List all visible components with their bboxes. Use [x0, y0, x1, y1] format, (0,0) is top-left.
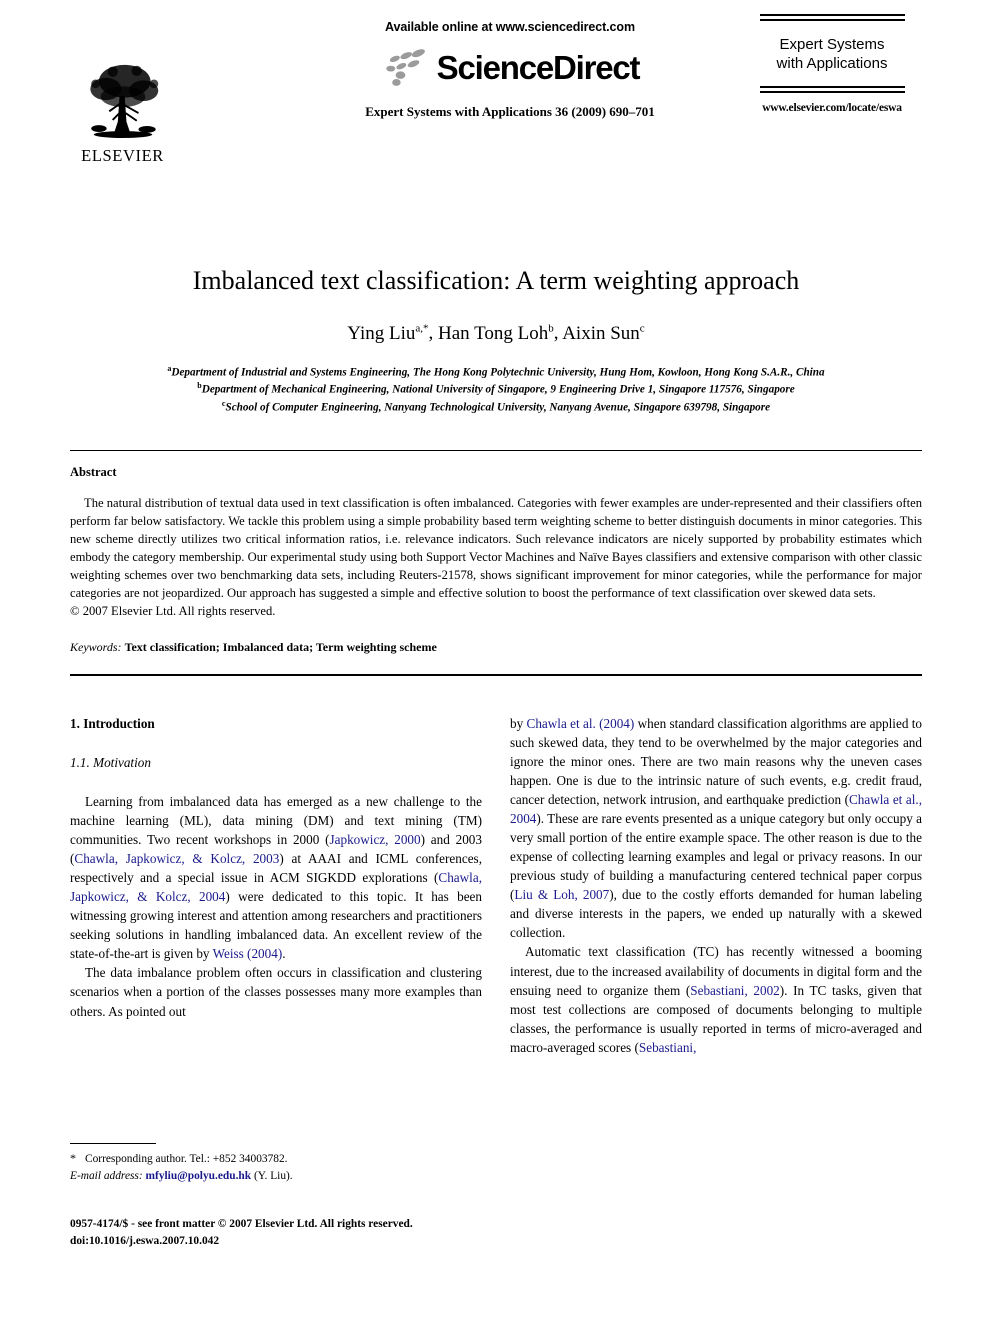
abstract-copyright: © 2007 Elsevier Ltd. All rights reserved…: [70, 603, 276, 618]
affiliation-text: Department of Industrial and Systems Eng…: [171, 366, 825, 379]
subsection-heading-motivation: 1.1. Motivation: [70, 754, 151, 770]
author-separator: ,: [553, 322, 563, 344]
author-entry: Ying Liua,*: [347, 322, 429, 344]
author-entry: Aixin Sunc: [562, 322, 645, 344]
abstract-section: Abstract The natural distribution of tex…: [70, 451, 922, 654]
paragraph: Learning from imbalanced data has emerge…: [70, 792, 482, 964]
sciencedirect-dots-icon: [385, 49, 425, 86]
available-online-text: Available online at www.sciencedirect.co…: [385, 20, 635, 34]
left-column: 1. Introduction 1.1. Motivation Learning…: [70, 714, 482, 1057]
footnote-email-line: E-mail address: mfyliu@polyu.edu.hk (Y. …: [70, 1168, 483, 1185]
footnote-star-marker: *: [70, 1151, 76, 1165]
footer-doi: doi:10.1016/j.eswa.2007.10.042: [70, 1235, 220, 1248]
elsevier-logo: ELSEVIER: [70, 58, 175, 166]
affiliation-text: Department of Mechanical Engineering, Na…: [201, 384, 795, 397]
affiliation-item: bDepartment of Mechanical Engineering, N…: [70, 380, 922, 398]
author-separator: ,: [428, 322, 439, 344]
author-entry: Han Tong Lohb: [438, 322, 554, 344]
affiliation-item: cSchool of Computer Engineering, Nanyang…: [70, 398, 922, 416]
author-name: Han Tong Loh: [438, 322, 549, 344]
body-columns: 1. Introduction 1.1. Motivation Learning…: [70, 676, 922, 1057]
paragraph-continued: by Chawla et al. (2004) when standard cl…: [510, 714, 922, 943]
citation-link-sebastiani-cont[interactable]: Sebastiani,: [639, 1040, 697, 1055]
footnote-email-link[interactable]: mfyliu@polyu.edu.hk: [146, 1170, 252, 1182]
footnote-block: * Corresponding author. Tel.: +852 340037…: [70, 1143, 483, 1184]
citation-link-chawla-japkowicz-kolcz-2003[interactable]: Chawla, Japkowicz, & Kolcz, 2003: [74, 851, 279, 866]
sciencedirect-wordmark: ScienceDirect: [436, 48, 641, 86]
page-footer: 0957-4174/$ - see front matter © 2007 El…: [70, 1216, 413, 1250]
author-list: Ying Liua,*, Han Tong Lohb, Aixin Sunc: [70, 322, 922, 344]
footnote-email-suffix: (Y. Liu).: [253, 1169, 293, 1182]
keywords-label: Keywords:: [70, 639, 122, 654]
page-title: Imbalanced text classification: A term w…: [192, 266, 800, 295]
title-block: Imbalanced text classification: A term w…: [70, 265, 922, 416]
journal-title-line1: Expert Systems: [779, 36, 885, 53]
footnote-corresponding-author: * Corresponding author. Tel.: +852 340037…: [70, 1150, 483, 1168]
citation-link-chawla-et-al-2004[interactable]: Chawla et al. (2004): [527, 716, 635, 731]
section-heading-introduction: 1. Introduction: [70, 715, 155, 731]
elsevier-tree-icon: [79, 58, 166, 144]
footnote-text: Corresponding author. Tel.: +852 3400378…: [85, 1153, 288, 1165]
paragraph: Automatic text classification (TC) has r…: [510, 942, 922, 1056]
author-name: Aixin Sun: [562, 322, 640, 344]
elsevier-wordmark: ELSEVIER: [81, 146, 164, 165]
keywords-line: Keywords: Text classification; Imbalance…: [70, 640, 922, 655]
sciencedirect-logo: ScienceDirect: [270, 44, 750, 90]
footnote-divider: [70, 1143, 156, 1144]
sciencedirect-header: Available online at www.sciencedirect.co…: [270, 20, 750, 120]
abstract-heading: Abstract: [70, 465, 117, 480]
affiliation-text: School of Computer Engineering, Nanyang …: [225, 402, 771, 415]
journal-rule-bottom: [759, 86, 905, 94]
journal-rule-top: [759, 14, 905, 21]
author-marks: c: [639, 322, 645, 335]
right-column: by Chawla et al. (2004) when standard cl…: [510, 714, 922, 1057]
citation-link-japkowicz-2000[interactable]: Japkowicz, 2000: [330, 832, 421, 847]
affiliation-item: aDepartment of Industrial and Systems En…: [70, 363, 922, 381]
citation-link-liu-loh-2007[interactable]: Liu & Loh, 2007: [514, 887, 609, 902]
author-name: Ying Liu: [347, 322, 416, 344]
citation-link-weiss-2004[interactable]: Weiss (2004): [213, 946, 283, 961]
footer-issn-copyright: 0957-4174/$ - see front matter © 2007 El…: [70, 1218, 413, 1230]
text-run: by: [510, 715, 527, 731]
abstract-text: The natural distribution of textual data…: [70, 496, 922, 600]
footnote-email-label: E-mail address:: [70, 1169, 143, 1182]
text-run: The data imbalance problem often occurs …: [70, 965, 482, 1019]
text-run: .: [282, 946, 286, 962]
author-marks: a,*: [415, 322, 429, 335]
journal-url: www.elsevier.com/locate/eswa: [762, 102, 902, 115]
article-page: ELSEVIER Available online at www.science…: [0, 0, 992, 1323]
paragraph: The data imbalance problem often occurs …: [70, 963, 482, 1020]
masthead: ELSEVIER Available online at www.science…: [70, 0, 922, 223]
keywords-values: Text classification; Imbalanced data; Te…: [124, 639, 437, 654]
citation-link-sebastiani-2002[interactable]: Sebastiani, 2002: [690, 983, 780, 998]
journal-title: Expert Systems with Applications: [742, 21, 922, 86]
journal-title-line2: with Applications: [776, 55, 888, 73]
journal-citation: Expert Systems with Applications 36 (200…: [365, 104, 655, 119]
journal-brand-box: Expert Systems with Applications www.els…: [742, 14, 922, 114]
affiliation-list: aDepartment of Industrial and Systems En…: [70, 363, 922, 417]
